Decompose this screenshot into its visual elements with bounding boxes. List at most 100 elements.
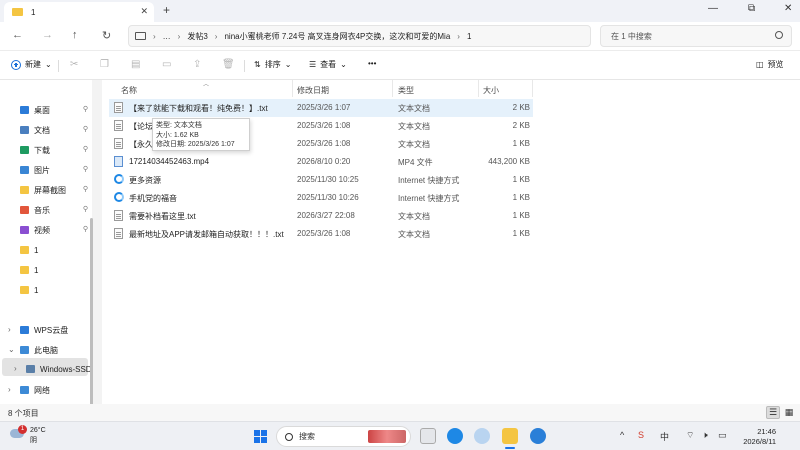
ime-indicator[interactable]: 中 [660,430,669,443]
preview-label: 预览 [767,60,784,69]
wps-icon[interactable]: S [638,430,644,440]
file-explorer-icon[interactable] [502,428,518,449]
folder-icon [20,186,29,194]
chevron-right-icon[interactable]: › [8,325,11,334]
browser-icon[interactable] [447,428,463,444]
volume-icon[interactable]: 🕨 [702,430,708,441]
tab-close-button[interactable]: ✕ [140,6,148,17]
app-icon[interactable] [530,428,546,444]
computer-icon [20,346,29,354]
text-file-icon [114,228,123,239]
more-options-button[interactable]: ••• [368,59,376,68]
file-tooltip: 类型: 文本文档 大小: 1.62 KB 修改日期: 2025/3/26 1:0… [152,118,250,151]
sidebar-tree-item[interactable]: 此电脑 [20,342,90,358]
task-view-icon[interactable] [420,428,436,444]
preview-pane-icon: ◫ [756,60,764,69]
sidebar-scrollbar[interactable] [90,218,93,410]
column-divider[interactable] [478,80,479,97]
column-divider[interactable] [292,80,293,97]
sidebar-item[interactable]: 1 [20,282,90,298]
chevron-right-icon[interactable]: › [14,364,17,373]
file-row[interactable]: 需要补档看这里.txt 2026/3/27 22:08 文本文档 1 KB [109,207,533,225]
rename-icon[interactable]: ▭ [162,59,171,70]
view-button[interactable]: ☰ 查看 ⌄ [309,59,347,70]
chevron-down-icon[interactable]: ⌄ [8,345,15,354]
sidebar-item[interactable]: 图片 ⚲ [20,162,90,178]
battery-icon[interactable]: ▭ [718,430,727,441]
sidebar-item-label: 下载 [34,145,50,155]
cut-icon[interactable]: ✂ [70,59,78,70]
text-file-icon [114,210,123,221]
breadcrumb-overflow[interactable]: … [163,32,171,41]
sidebar-item[interactable]: 音乐 ⚲ [20,202,90,218]
file-date: 2025/11/30 10:26 [297,193,359,202]
app-icon[interactable] [474,428,490,444]
column-header-size[interactable]: 大小 [483,85,499,96]
forward-button[interactable]: → [42,29,53,41]
text-file-icon [114,138,123,149]
file-row[interactable]: 更多资源 2025/11/30 10:25 Internet 快捷方式 1 KB [109,171,533,189]
folder-icon [20,286,29,294]
breadcrumb-item[interactable]: 发帖3 [187,31,207,42]
tab-current[interactable]: 1 ✕ [4,2,154,22]
column-divider[interactable] [532,80,533,97]
internet-shortcut-icon [114,174,124,184]
wifi-icon[interactable]: ⌔ [686,430,694,441]
sidebar-item-label: 文档 [34,125,50,135]
view-label: 查看 [320,60,337,69]
share-icon[interactable]: ⇪ [193,59,201,70]
file-row[interactable]: 【来了就能下载和观看！纯免费！】.txt 2025/3/26 1:07 文本文档 2 … [109,99,533,117]
file-type: 文本文档 [398,104,430,113]
sidebar-tree-item[interactable]: 网络 [20,382,90,398]
computer-icon [135,32,146,40]
search-input[interactable]: 在 1 中搜索 [600,25,792,47]
sidebar-item[interactable]: 1 [20,242,90,258]
sidebar-item[interactable]: 桌面 ⚲ [20,102,90,118]
maximize-button[interactable]: ⧉ [748,3,755,14]
column-header-name[interactable]: 名称 [121,85,137,96]
new-button[interactable]: 新建 ⌄ [11,59,52,70]
column-header-type[interactable]: 类型 [398,85,414,96]
paste-icon[interactable]: ▤ [131,59,140,70]
file-row[interactable]: 手机党的福音 2025/11/30 10:26 Internet 快捷方式 1 KB [109,189,533,207]
clock[interactable]: 21:46 2026/8/11 [736,427,776,447]
start-button[interactable] [254,430,267,443]
downloads-icon [20,146,29,154]
title-bar: 1 ✕ + — ⧉ ✕ [0,0,800,22]
refresh-button[interactable]: ↻ [102,29,111,42]
file-row[interactable]: 17214034452463.mp4 2026/8/10 0:20 MP4 文件 44… [109,153,533,171]
close-window-button[interactable]: ✕ [784,3,792,14]
column-header-date[interactable]: 修改日期 [297,85,329,96]
file-size: 2 KB [512,121,530,130]
taskbar-search[interactable]: 搜索 [276,426,411,447]
details-view-icon[interactable]: ☰ [766,406,780,419]
documents-icon [20,126,29,134]
address-bar[interactable]: › … › 发帖3 › nina小蜜桃老师 7.24号 高叉连身网衣4P交换，这… [128,25,591,47]
sidebar-item[interactable]: 文档 ⚲ [20,122,90,138]
sidebar-item[interactable]: 视频 ⚲ [20,222,90,238]
delete-icon[interactable]: 🗑 [222,59,235,70]
file-date: 2025/3/26 1:07 [297,103,351,112]
new-tab-button[interactable]: + [163,3,170,17]
file-size: 1 KB [512,211,530,220]
column-divider[interactable] [392,80,393,97]
sidebar-tree-item[interactable]: Windows-SSD [26,361,96,377]
copy-icon[interactable]: ❐ [100,59,109,70]
sidebar-item[interactable]: 下载 ⚲ [20,142,90,158]
breadcrumb-item[interactable]: 1 [467,32,471,41]
sidebar-item[interactable]: 1 [20,262,90,278]
preview-button[interactable]: ◫ 预览 [756,59,784,70]
tiles-view-icon[interactable]: ▦ [782,406,796,419]
chevron-right-icon[interactable]: › [8,385,11,394]
file-row[interactable]: 最新地址及APP请发邮箱自动获取！！！.txt 2025/3/26 1:08 文本文… [109,225,533,243]
sidebar-item[interactable]: 屏幕截图 ⚲ [20,182,90,198]
sidebar-tree-item[interactable]: WPS云盘 [20,322,90,338]
breadcrumb-item[interactable]: nina小蜜桃老师 7.24号 高叉连身网衣4P交换，这次和可爱的Mia [224,31,450,42]
file-date: 2025/11/30 10:25 [297,175,359,184]
minimize-button[interactable]: — [708,3,718,14]
up-button[interactable]: ↑ [72,29,78,41]
file-name: 最新地址及APP请发邮箱自动获取！！！.txt [129,230,284,239]
tray-chevron-icon[interactable]: ^ [620,430,624,440]
back-button[interactable]: ← [12,29,23,41]
sort-button[interactable]: ⇅ 排序 ⌄ [254,59,291,70]
